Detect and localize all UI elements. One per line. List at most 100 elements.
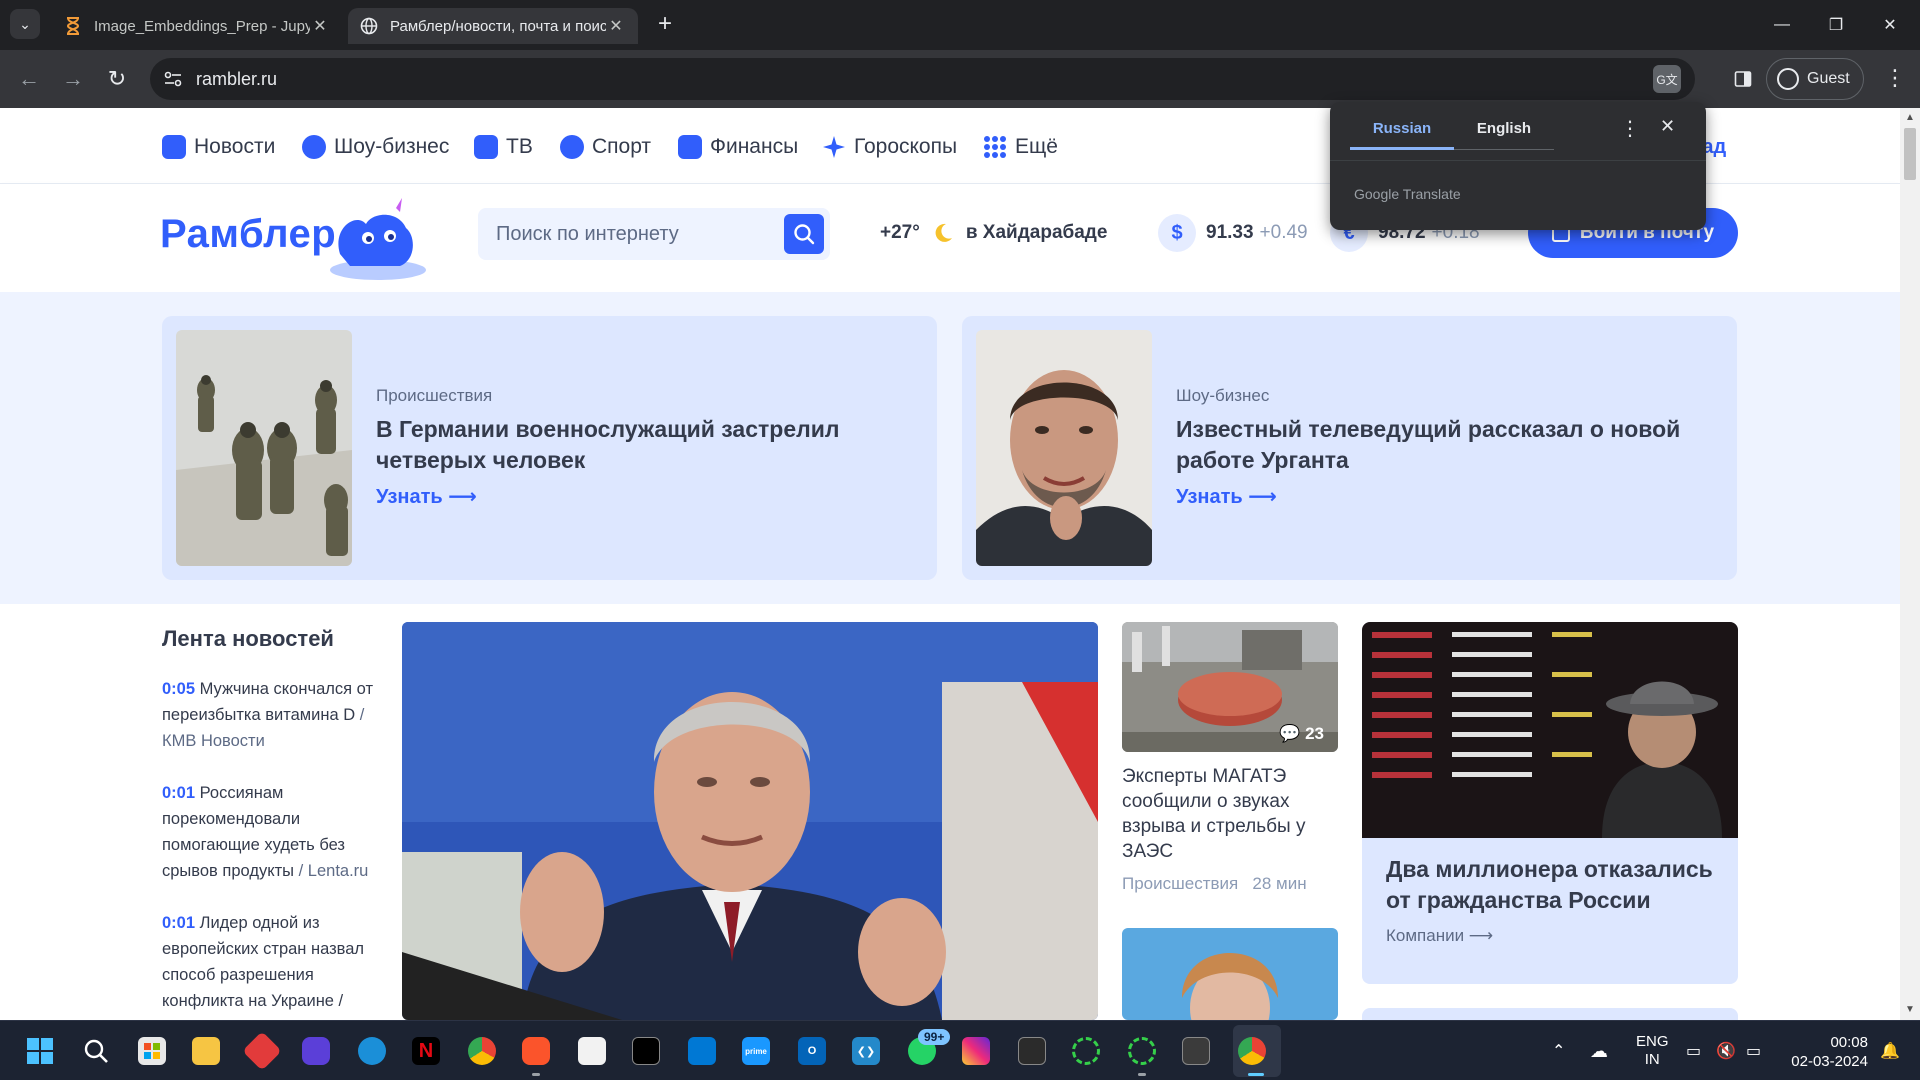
chrome-active-icon[interactable]: [1238, 1037, 1266, 1065]
nav-label: Шоу-бизнес: [334, 135, 450, 158]
weather-widget[interactable]: +27° в Хайдарабаде: [880, 222, 1107, 244]
battery-icon[interactable]: ▭: [1746, 1041, 1761, 1061]
nav-tv[interactable]: ТВ: [474, 132, 533, 162]
close-window-button[interactable]: ✕: [1860, 0, 1920, 50]
chrome-icon[interactable]: [468, 1037, 496, 1065]
translate-options-icon[interactable]: ⋮: [1620, 116, 1640, 141]
windows-app-icon[interactable]: [688, 1037, 716, 1065]
forward-button[interactable]: →: [58, 64, 88, 94]
browser-menu-icon[interactable]: ⋮: [1880, 64, 1910, 94]
mid-news-category[interactable]: Происшествия: [1122, 874, 1238, 893]
scrollbar-thumb[interactable]: [1904, 128, 1916, 180]
promo-title[interactable]: В Германии военнослужащий застрелил четв…: [376, 414, 896, 476]
nav-label: ТВ: [506, 135, 533, 158]
page-scrollbar[interactable]: ▲ ▼: [1900, 108, 1920, 1020]
network-icon[interactable]: ▭: [1686, 1041, 1701, 1061]
site-info-icon[interactable]: [160, 66, 186, 92]
search-taskbar-icon[interactable]: [82, 1037, 110, 1065]
powershell-icon[interactable]: [1182, 1037, 1210, 1065]
promo-more-link[interactable]: Узнать ⟶: [376, 484, 477, 509]
address-bar[interactable]: rambler.ru G文: [150, 58, 1695, 100]
start-icon[interactable]: [26, 1037, 54, 1065]
usd-value: 91.33: [1206, 222, 1254, 243]
promo-card[interactable]: Происшествия В Германии военнослужащий з…: [162, 316, 937, 580]
tab-search-button[interactable]: ⌄: [10, 9, 40, 39]
browser-toolbar: ← → ↻ rambler.ru G文 Guest ⋮: [0, 50, 1920, 108]
outlook-icon[interactable]: O: [798, 1037, 826, 1065]
nav-news[interactable]: Новости: [162, 132, 275, 162]
tab-jupyter[interactable]: Image_Embeddings_Prep - Jupyter ✕: [52, 8, 342, 44]
translate-brand: Google Translate: [1354, 186, 1461, 202]
tab-rambler[interactable]: Рамблер/новости, почта и поиск ✕: [348, 8, 638, 44]
next-news-card[interactable]: [1362, 1008, 1738, 1020]
paint-icon[interactable]: [578, 1037, 606, 1065]
netflix-icon[interactable]: N: [412, 1037, 440, 1065]
mid-news-title[interactable]: Эксперты МАГАТЭ сообщили о звуках взрыва…: [1122, 764, 1338, 864]
main-news-photo[interactable]: [402, 622, 1098, 1020]
scroll-down-icon[interactable]: ▼: [1905, 1004, 1915, 1015]
search-input[interactable]: [496, 220, 776, 248]
zakharova-photo[interactable]: [1122, 928, 1338, 1020]
notification-bell-icon[interactable]: 🔔: [1880, 1041, 1900, 1061]
zaes-photo[interactable]: 💬 23: [1122, 622, 1338, 752]
mascot-icon: [320, 194, 430, 284]
feed-time: 0:05: [162, 680, 196, 698]
edge-icon[interactable]: [358, 1037, 386, 1065]
right-news-title[interactable]: Два миллионера отказались от гражданства…: [1386, 854, 1726, 916]
vscode-icon[interactable]: ❮❯: [852, 1037, 880, 1065]
loader-icon-2[interactable]: [1128, 1037, 1156, 1065]
clock[interactable]: 00:08 02-03-2024: [1786, 1033, 1868, 1071]
brave-icon[interactable]: [522, 1037, 550, 1065]
terminal-icon[interactable]: [632, 1037, 660, 1065]
nav-showbiz[interactable]: Шоу-бизнес: [302, 132, 449, 162]
new-tab-button[interactable]: +: [650, 10, 680, 40]
promo-card[interactable]: Шоу-бизнес Известный телеведущий рассказ…: [962, 316, 1737, 580]
side-panel-icon[interactable]: [1728, 64, 1758, 94]
site-logo[interactable]: Рамблер: [160, 212, 336, 257]
instagram-icon[interactable]: [962, 1037, 990, 1065]
nav-label: Ещё: [1015, 135, 1058, 158]
nav-horoscope[interactable]: Гороскопы: [822, 132, 957, 162]
back-button[interactable]: ←: [14, 64, 44, 94]
feed-source[interactable]: / Lenta.ru: [294, 862, 369, 880]
feed-item[interactable]: 0:01 Россиянам порекомендовали помогающи…: [162, 780, 380, 884]
copilot-icon[interactable]: [302, 1037, 330, 1065]
volume-mute-icon[interactable]: 🔇: [1716, 1041, 1736, 1061]
anydesk-icon[interactable]: [242, 1031, 282, 1071]
usd-delta: +0.49: [1259, 222, 1308, 243]
close-tab-icon[interactable]: ✕: [310, 16, 330, 36]
whatsapp-badge: 99+: [918, 1029, 951, 1045]
promo-more-link[interactable]: Узнать ⟶: [1176, 484, 1277, 509]
translate-close-icon[interactable]: ✕: [1660, 116, 1675, 137]
reload-button[interactable]: ↻: [102, 64, 132, 94]
scroll-up-icon[interactable]: ▲: [1905, 112, 1915, 123]
nav-more[interactable]: Ещё: [983, 132, 1058, 162]
feed-item[interactable]: 0:01 Лидер одной из европейских стран на…: [162, 910, 380, 1014]
restore-button[interactable]: ❐: [1806, 0, 1866, 50]
folder-icon[interactable]: [192, 1037, 220, 1065]
translate-icon[interactable]: G文: [1653, 65, 1681, 93]
search-button[interactable]: [784, 214, 824, 254]
right-news-card[interactable]: Два миллионера отказались от гражданства…: [1362, 622, 1738, 984]
language-indicator[interactable]: ENG IN: [1636, 1033, 1669, 1069]
close-tab-icon[interactable]: ✕: [606, 16, 626, 36]
cmd-icon[interactable]: [1018, 1037, 1046, 1065]
currency-usd[interactable]: $ 91.33 +0.49: [1158, 214, 1308, 252]
prime-video-icon[interactable]: prime: [742, 1037, 770, 1065]
loader-icon[interactable]: [1072, 1037, 1100, 1065]
tray-chevron-icon[interactable]: ⌃: [1552, 1041, 1565, 1061]
nav-finance[interactable]: Финансы: [678, 132, 798, 162]
minimize-button[interactable]: —: [1752, 0, 1812, 50]
nav-sport[interactable]: Спорт: [560, 132, 651, 162]
feed-item[interactable]: 0:05 Мужчина скончался от переизбытка ви…: [162, 676, 380, 754]
weather-city: в Хайдарабаде: [965, 222, 1108, 243]
airport-board-photo: [1362, 622, 1738, 838]
promo-title[interactable]: Известный телеведущий рассказал о новой …: [1176, 414, 1696, 476]
translate-source-tab[interactable]: Russian: [1350, 120, 1454, 150]
right-news-tag[interactable]: Компании ⟶: [1386, 926, 1493, 946]
promo-strip: Происшествия В Германии военнослужащий з…: [0, 292, 1900, 604]
onedrive-icon[interactable]: ☁: [1590, 1041, 1608, 1062]
store-icon[interactable]: [138, 1037, 166, 1065]
translate-target-tab[interactable]: English: [1454, 120, 1554, 150]
profile-button[interactable]: Guest: [1766, 58, 1864, 100]
